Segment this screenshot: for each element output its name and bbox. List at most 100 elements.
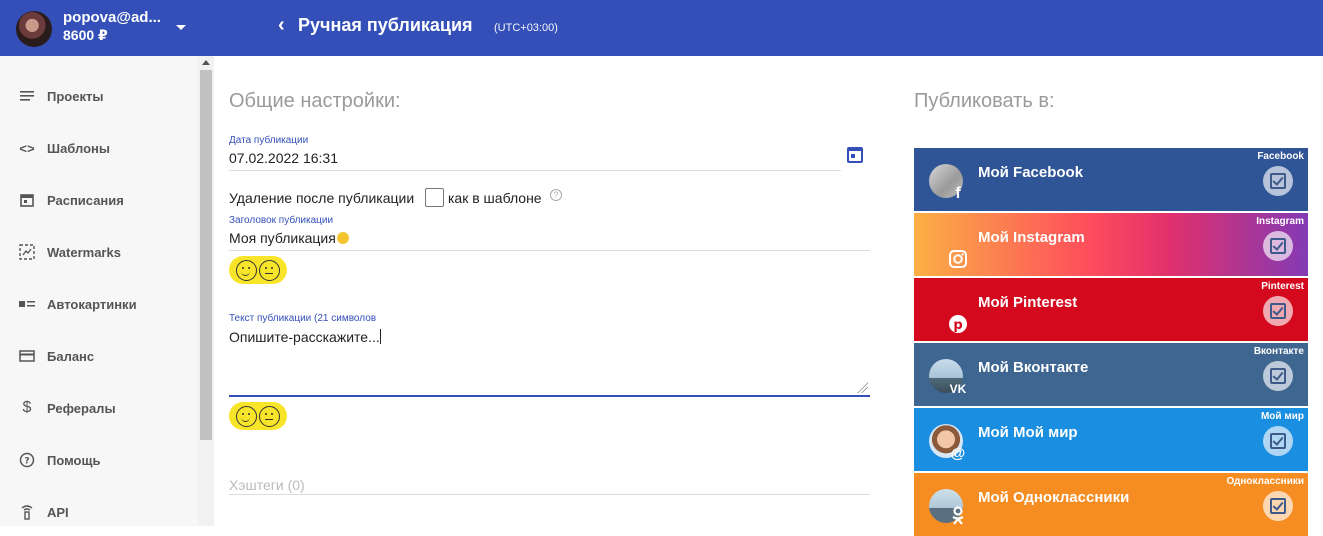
- network-label: Мой мир: [1260, 411, 1304, 422]
- publish-checkbox[interactable]: [1263, 361, 1293, 391]
- publish-checkbox[interactable]: [1263, 491, 1293, 521]
- odnoklassniki-icon: [948, 505, 968, 525]
- api-icon: [18, 503, 36, 521]
- hashtags-underline: [229, 494, 870, 495]
- post-text-value: Опишите-расскажите...: [229, 329, 380, 345]
- sidebar-item-watermarks[interactable]: Watermarks: [0, 232, 198, 272]
- smile-face-icon[interactable]: [236, 405, 257, 427]
- sidebar-item-schedules[interactable]: Расписания: [0, 180, 198, 220]
- post-title-underline: [229, 250, 870, 251]
- publish-checkbox[interactable]: [1263, 426, 1293, 456]
- help-icon[interactable]: ?: [550, 189, 562, 201]
- sidebar-item-autoimages[interactable]: Автокартинки: [0, 284, 198, 324]
- pinterest-icon: p: [948, 314, 968, 334]
- sidebar-item-label: Расписания: [47, 192, 124, 208]
- post-title-input[interactable]: Моя публикация: [229, 230, 349, 246]
- sidebar-item-balance[interactable]: Баланс: [0, 336, 198, 376]
- account-name: Мой Мой мир: [978, 424, 1078, 441]
- post-text-label: Текст публикации (21 символов: [229, 313, 377, 324]
- checkmark-icon: [1270, 303, 1286, 319]
- network-label: Facebook: [1257, 151, 1304, 162]
- scroll-up-arrow-icon[interactable]: [202, 60, 210, 65]
- checkmark-icon: [1270, 173, 1286, 189]
- user-balance: 8600 ₽: [63, 27, 108, 43]
- date-label: Дата публикации: [229, 135, 309, 146]
- moymir-icon: @: [950, 445, 966, 462]
- publish-checkbox[interactable]: [1263, 231, 1293, 261]
- general-settings-title: Общие настройки:: [229, 90, 401, 112]
- title-emoji-picker[interactable]: [229, 256, 287, 284]
- publish-card-vkontakte[interactable]: VK Мой Вконтакте Вконтакте: [914, 343, 1308, 406]
- smile-emoji-icon: [336, 232, 349, 244]
- post-text-textarea[interactable]: Опишите-расскажите...: [229, 329, 381, 345]
- sidebar-item-label: Рефералы: [47, 400, 116, 416]
- sidebar-item-referrals[interactable]: $ Рефералы: [0, 388, 198, 428]
- publish-card-moymir[interactable]: @ Мой Мой мир Мой мир: [914, 408, 1308, 471]
- neutral-face-icon[interactable]: [259, 259, 280, 281]
- account-name: Мой Pinterest: [978, 294, 1078, 311]
- delete-after-checkbox[interactable]: [425, 188, 444, 207]
- sidebar-item-api[interactable]: API: [0, 492, 198, 532]
- publish-to-title: Публиковать в:: [914, 90, 1055, 112]
- network-label: Pinterest: [1261, 281, 1304, 292]
- svg-text:p: p: [953, 318, 962, 333]
- sidebar: Проекты <> Шаблоны Расписания Watermarks…: [0, 56, 198, 526]
- sidebar-item-label: Шаблоны: [47, 140, 110, 156]
- resize-handle-icon[interactable]: [856, 381, 868, 393]
- calendar-icon[interactable]: [847, 147, 863, 163]
- card-icon: [18, 347, 36, 365]
- image-list-icon: [18, 295, 36, 313]
- top-bar: popova@ad... 8600 ₽ ‹ Ручная публикация …: [0, 0, 1323, 56]
- publish-checkbox[interactable]: [1263, 296, 1293, 326]
- sidebar-item-label: Автокартинки: [47, 296, 137, 312]
- dollar-icon: $: [22, 399, 32, 416]
- account-name: Мой Facebook: [978, 164, 1084, 181]
- sidebar-item-templates[interactable]: <> Шаблоны: [0, 128, 198, 168]
- code-icon: <>: [19, 140, 35, 156]
- scrollbar-thumb[interactable]: [200, 70, 212, 440]
- date-underline: [229, 170, 841, 171]
- sidebar-item-label: Watermarks: [47, 244, 121, 260]
- svg-text:?: ?: [24, 457, 29, 467]
- hashtags-input[interactable]: Хэштеги (0): [229, 477, 305, 493]
- account-name: Мой Одноклассники: [978, 489, 1130, 506]
- checkmark-icon: [1270, 433, 1286, 449]
- delete-after-label: Удаление после публикации: [229, 190, 415, 206]
- date-input[interactable]: 07.02.2022 16:31: [229, 150, 338, 166]
- account-name: Мой Instagram: [978, 229, 1085, 246]
- timezone-label: (UTC+03:00): [494, 22, 558, 34]
- smile-face-icon[interactable]: [236, 259, 257, 281]
- calendar-icon: [18, 191, 36, 209]
- sidebar-item-label: Баланс: [47, 348, 95, 364]
- publish-card-facebook[interactable]: f Мой Facebook Facebook: [914, 148, 1308, 211]
- network-label: Вконтакте: [1253, 346, 1304, 357]
- post-text-underline: [229, 395, 870, 397]
- post-title-value: Моя публикация: [229, 230, 336, 246]
- network-label: Instagram: [1256, 216, 1304, 227]
- publish-checkbox[interactable]: [1263, 166, 1293, 196]
- sidebar-scrollbar[interactable]: [198, 56, 214, 526]
- text-caret: [379, 329, 381, 344]
- sidebar-item-label: Помощь: [47, 452, 101, 468]
- as-in-template-label: как в шаблоне: [448, 190, 542, 206]
- watermark-icon: [18, 243, 36, 261]
- page-title: Ручная публикация: [298, 15, 473, 35]
- checkmark-icon: [1270, 368, 1286, 384]
- chevron-down-icon[interactable]: [176, 25, 186, 30]
- publish-card-instagram[interactable]: Мой Instagram Instagram: [914, 213, 1308, 276]
- neutral-face-icon[interactable]: [259, 405, 280, 427]
- checkmark-icon: [1270, 498, 1286, 514]
- user-name[interactable]: popova@ad...: [63, 9, 161, 26]
- sidebar-item-label: Проекты: [47, 88, 104, 104]
- back-arrow-icon[interactable]: ‹: [278, 14, 285, 36]
- checkmark-icon: [1270, 238, 1286, 254]
- sidebar-item-help[interactable]: ? Помощь: [0, 440, 198, 480]
- publish-card-odnoklassniki[interactable]: Мой Одноклассники Одноклассники: [914, 473, 1308, 536]
- sidebar-item-label: API: [47, 504, 69, 520]
- list-icon: [18, 87, 36, 105]
- text-emoji-picker[interactable]: [229, 402, 287, 430]
- user-avatar[interactable]: [16, 11, 52, 47]
- sidebar-item-projects[interactable]: Проекты: [0, 76, 198, 116]
- publish-card-pinterest[interactable]: p Мой Pinterest Pinterest: [914, 278, 1308, 341]
- help-circle-icon: ?: [18, 451, 36, 469]
